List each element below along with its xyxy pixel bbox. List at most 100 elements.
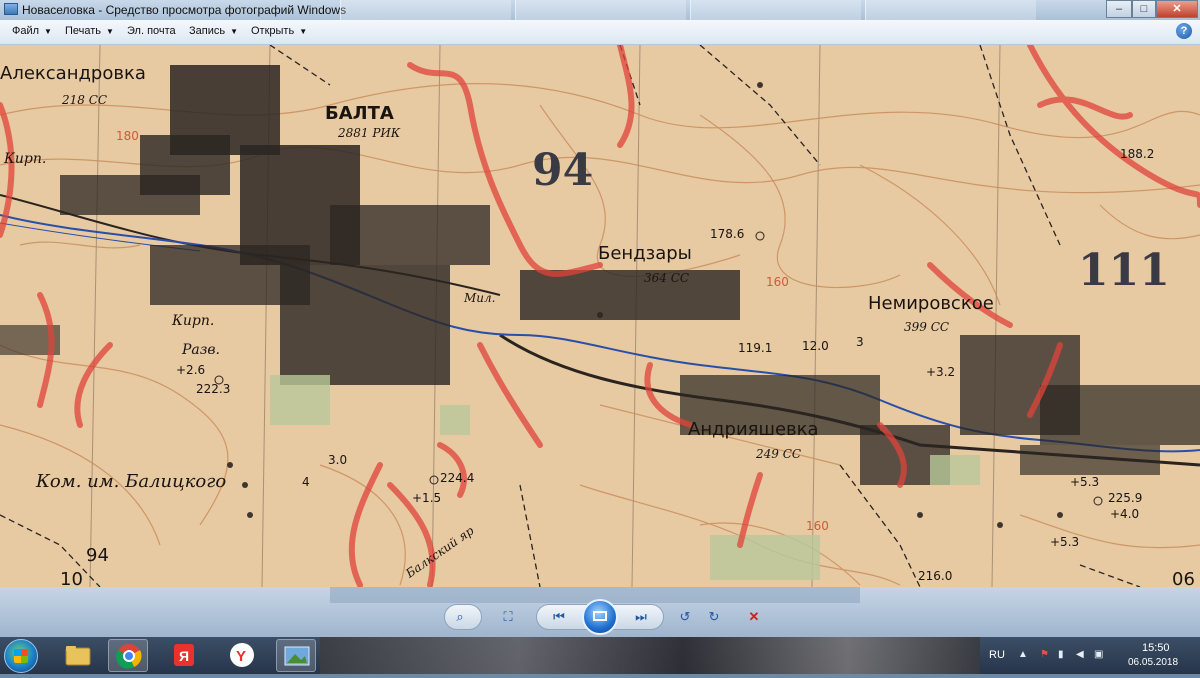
map-grid-number: 10 [60, 569, 83, 587]
map-elevation: 3.0 [328, 453, 348, 467]
taskbar-yandex[interactable]: Y [222, 639, 262, 672]
map-elevation: 224.4 [440, 471, 475, 485]
chevron-down-icon: ▼ [299, 27, 308, 36]
delete-button[interactable]: ✕ [743, 607, 765, 627]
map-label-bendzary: Бендзары [598, 243, 692, 264]
zoom-icon: ⌕ [456, 609, 464, 624]
photo-viewer-app-icon [4, 3, 18, 15]
chevron-down-icon: ▼ [106, 27, 114, 36]
rotate-left-button[interactable]: ↺ [674, 607, 696, 627]
window-title: Новаселовка - Средство просмотра фотогра… [22, 3, 347, 17]
slideshow-button[interactable] [582, 599, 618, 635]
svg-text:Y: Y [236, 648, 246, 665]
menu-burn[interactable]: Запись ▼ [189, 25, 238, 37]
taskbar-photo-viewer[interactable] [276, 639, 316, 672]
map-elevation: 188.2 [1120, 147, 1155, 161]
map-elevation: 216.0 [918, 569, 953, 583]
network-icon[interactable]: ▮ [1058, 650, 1068, 660]
map-elevation: +1.5 [412, 491, 442, 505]
map-label-aleksandrovka: Александровка [0, 63, 146, 84]
chevron-down-icon: ▼ [44, 27, 52, 36]
menu-print[interactable]: Печать ▼ [65, 25, 114, 37]
map-label-population: 218 СС [62, 93, 108, 107]
clock-date[interactable]: 06.05.2018 [1128, 657, 1178, 668]
map-elevation: 222.3 [196, 382, 231, 396]
map-grid-number: 4 [302, 475, 310, 489]
background-window-tab [340, 0, 511, 20]
yandex-icon: Я [174, 644, 194, 666]
menu-open-label: Открыть [251, 25, 295, 37]
chrome-icon [116, 644, 142, 669]
minimize-button[interactable]: – [1106, 0, 1132, 18]
yandex-logo-icon: Y [230, 643, 254, 667]
photo-viewer-icon [284, 646, 310, 666]
map-label-population: 364 СС [644, 271, 690, 285]
title-bar: Новаселовка - Средство просмотра фотогра… [0, 0, 1200, 20]
map-elevation: 3 [856, 335, 864, 349]
clock-time[interactable]: 15:50 [1142, 642, 1170, 654]
slideshow-icon [593, 611, 607, 621]
background-window-tab [515, 0, 686, 20]
flag-warning-icon[interactable]: ⚑ [1040, 650, 1050, 660]
menu-open[interactable]: Открыть ▼ [251, 25, 307, 37]
map-label-population: 249 СС [756, 447, 802, 461]
taskbar-chrome[interactable] [108, 639, 148, 672]
menu-email-label: Эл. почта [127, 25, 176, 37]
map-elevation: +5.3 [1050, 535, 1080, 549]
map-elevation: 225.9 [1108, 491, 1143, 505]
folder-icon [65, 646, 91, 666]
map-grid-number: 06 [1172, 569, 1195, 587]
map-label-andriyashevka: Андрияшевка [688, 419, 819, 440]
volume-icon[interactable]: ◀ [1076, 650, 1086, 660]
windows-logo-icon [14, 649, 28, 663]
power-icon[interactable]: ▣ [1094, 650, 1104, 660]
taskbar: Я Y RU ▲ ⚑ ▮ ◀ ▣ 15:50 06.05.2018 [0, 637, 1200, 674]
map-sheet-number: 111 [1078, 245, 1170, 296]
map-contour-number: 160 [766, 275, 789, 289]
rotate-right-button[interactable]: ↻ [703, 607, 725, 627]
map-elevation: 12.0 [802, 339, 829, 353]
help-icon[interactable]: ? [1176, 23, 1192, 39]
map-elevation: 178.6 [710, 227, 745, 241]
map-sheet-number: 94 [532, 145, 594, 196]
chevron-down-icon: ▼ [230, 27, 239, 36]
menu-burn-label: Запись [189, 25, 226, 37]
viewer-toolbar: ⌕ ⛶ ⏮ ⏭ ↺ ↻ ✕ [0, 587, 1200, 637]
image-viewport[interactable]: Александровка 218 СС БАЛТА 2881 РИК Кирп… [0, 45, 1200, 587]
fit-to-window-button[interactable]: ⛶ [497, 607, 519, 627]
menu-print-label: Печать [65, 25, 102, 37]
taskbar-yandex-browser[interactable]: Я [164, 639, 204, 672]
menu-file[interactable]: Файл ▼ [12, 25, 52, 37]
menu-email[interactable]: Эл. почта [127, 25, 176, 37]
map-label-kom-balitskogo: Ком. им. Балицкого [36, 471, 227, 492]
svg-text:Я: Я [179, 648, 189, 664]
background-window-tab [690, 0, 861, 20]
map-contour-number: 180 [116, 129, 139, 143]
map-contour-number: 160 [806, 519, 829, 533]
map-elevation: 119.1 [738, 341, 773, 355]
start-button[interactable] [4, 639, 38, 673]
map-label-nemirovskoe: Немировское [868, 293, 994, 314]
map-label-mill: Мил. [464, 291, 496, 305]
next-button[interactable]: ⏭ [630, 607, 652, 627]
menu-file-label: Файл [12, 25, 40, 37]
map-label-razv: Разв. [182, 342, 221, 358]
map-label-population: 2881 РИК [338, 126, 401, 140]
map-grid-number: 94 [86, 545, 109, 566]
close-button[interactable]: ✕ [1156, 0, 1198, 18]
map-elevation: +3.2 [926, 365, 956, 379]
taskbar-background-photo [320, 637, 980, 674]
map-elevation: +5.3 [1070, 475, 1100, 489]
map-elevation: +4.0 [1110, 507, 1140, 521]
taskbar-explorer[interactable] [58, 639, 98, 672]
background-window-tab [865, 0, 1036, 20]
map-label-kirp: Кирп. [172, 313, 215, 329]
show-hidden-icons-icon[interactable]: ▲ [1018, 650, 1028, 660]
map-elevation: +2.6 [176, 363, 206, 377]
maximize-button[interactable]: □ [1132, 0, 1156, 18]
previous-button[interactable]: ⏮ [548, 607, 570, 627]
map-label-balta: БАЛТА [325, 103, 394, 124]
language-indicator[interactable]: RU [989, 649, 1005, 661]
menu-bar: Файл ▼ Печать ▼ Эл. почта Запись ▼ Открыть ▼… [0, 20, 1200, 45]
map-label-kirp: Кирп. [4, 151, 47, 167]
